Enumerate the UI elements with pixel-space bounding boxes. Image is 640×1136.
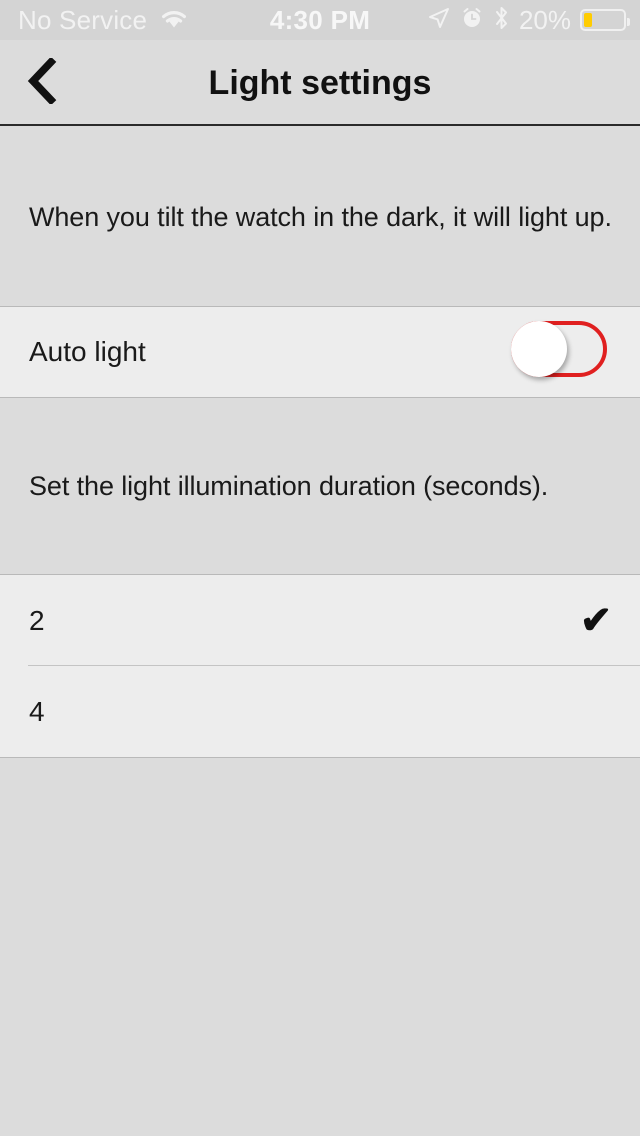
duration-option-label: 2 [29,604,45,636]
empty-content-area [0,758,640,1136]
status-bar-right: 20% [427,4,630,36]
battery-icon [580,9,630,31]
auto-light-description: When you tilt the watch in the dark, it … [29,201,612,232]
auto-light-label: Auto light [29,336,146,367]
battery-percent-label: 20% [518,4,571,35]
duration-option-label: 4 [29,695,45,727]
duration-option-row[interactable]: 2 ✔ [0,575,640,666]
navigation-bar: Light settings [0,40,640,126]
duration-description-section: Set the light illumination duration (sec… [0,398,640,574]
duration-option-row[interactable]: 4 [0,666,640,757]
alarm-clock-icon [460,6,484,35]
toggle-knob [511,321,567,377]
page-title: Light settings [208,63,432,102]
duration-options-group: 2 ✔ 4 [0,574,640,758]
auto-light-toggle[interactable] [511,321,607,377]
auto-light-row-group: Auto light [0,306,640,398]
battery-fill [584,13,593,27]
duration-description: Set the light illumination duration (sec… [29,470,549,501]
auto-light-description-section: When you tilt the watch in the dark, it … [0,128,640,306]
auto-light-row[interactable]: Auto light [0,307,640,397]
checkmark-icon: ✔ [580,599,612,642]
light-settings-screen: No Service 4:30 PM 20% Light settings Wh… [0,0,640,1136]
location-arrow-icon [427,6,451,35]
bluetooth-icon [493,5,510,36]
status-bar: No Service 4:30 PM 20% [0,0,640,40]
